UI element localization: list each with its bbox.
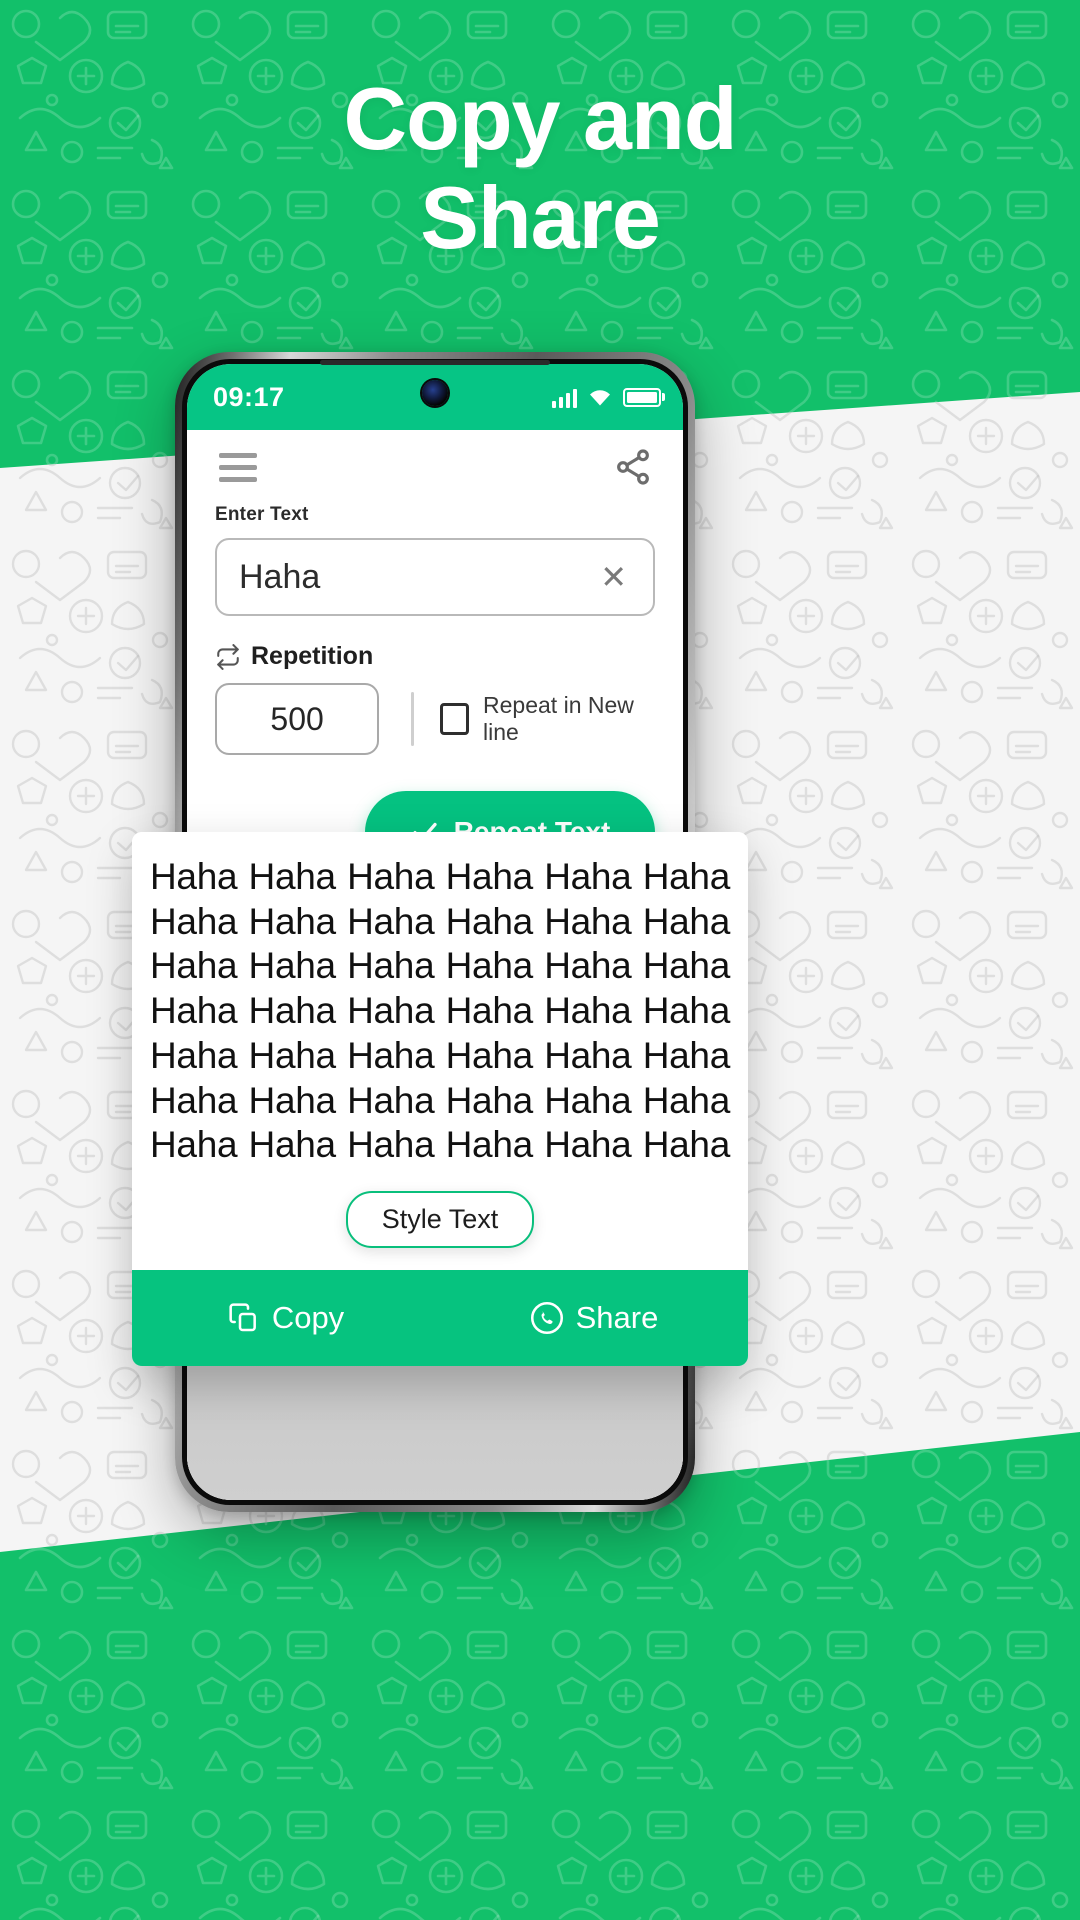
repetition-label: Repetition [251, 642, 374, 670]
promo-screenshot: Copy and Share 09:17 Enter Text Haha ✕ R… [0, 0, 1080, 1920]
style-button-row: Style Text [132, 1181, 748, 1271]
repetition-row: 500 Repeat in New line [215, 683, 655, 755]
repeated-word: Haha [347, 1079, 435, 1121]
repetition-header: Repetition [215, 642, 655, 671]
repeated-word: Haha [642, 1079, 731, 1121]
card-action-bar: Copy Share [132, 1270, 748, 1367]
repeated-word: Haha [544, 1079, 632, 1121]
repeated-word: Haha [347, 900, 435, 942]
new-line-label: Repeat in New line [483, 692, 634, 745]
repeated-word: Haha [248, 945, 337, 987]
repetition-input[interactable]: 500 [215, 683, 380, 755]
repeated-word: Haha [347, 1124, 435, 1166]
repeated-word: Haha [150, 945, 238, 987]
repeated-text-line: Haha Haha Haha Haha Haha Haha [150, 1037, 730, 1075]
repeated-word: Haha [150, 1079, 238, 1121]
repeated-word: Haha [544, 945, 632, 987]
repeated-word: Haha [642, 990, 731, 1032]
app-bar [187, 430, 683, 504]
repeated-word: Haha [150, 1034, 238, 1076]
hamburger-menu-icon[interactable] [217, 447, 259, 488]
front-camera-punchhole [422, 380, 448, 406]
form-area: Enter Text Haha ✕ Repetition 500 Repeat … [187, 504, 683, 873]
enter-text-input[interactable]: Haha ✕ [215, 538, 655, 616]
signal-icon [551, 386, 577, 408]
page-title: Copy and Share [0, 69, 1080, 267]
repeated-text-line: Haha Haha Haha Haha Haha Haha [150, 947, 730, 985]
enter-text-value[interactable]: Haha [239, 558, 596, 597]
repeated-word: Haha [445, 856, 534, 897]
repeated-word: Haha [445, 1034, 534, 1076]
repeated-word: Haha [544, 856, 632, 897]
vertical-divider [411, 692, 414, 746]
whatsapp-share-icon [530, 1301, 564, 1335]
repeated-word: Haha [642, 1034, 731, 1076]
repeated-word: Haha [248, 1079, 337, 1121]
status-icons [551, 386, 661, 408]
repeated-word: Haha [150, 900, 238, 942]
repeated-word: Haha [347, 945, 435, 987]
repeated-word: Haha [544, 990, 632, 1032]
close-x-icon[interactable]: ✕ [596, 561, 631, 593]
repeated-word: Haha [248, 856, 337, 897]
repeated-word: Haha [642, 856, 731, 897]
repeated-word: Haha [248, 990, 337, 1032]
share-icon[interactable] [613, 447, 653, 487]
copy-button-label: Copy [271, 1300, 345, 1336]
repeated-word: Haha [642, 1124, 731, 1166]
style-text-button[interactable]: Style Text [345, 1191, 535, 1249]
repeated-word: Haha [445, 900, 534, 942]
repeated-word: Haha [642, 945, 731, 987]
repeated-word: Haha [150, 990, 238, 1032]
battery-icon [623, 387, 661, 407]
repeated-word: Haha [347, 856, 435, 897]
repeated-word: Haha [248, 900, 337, 942]
repeated-word: Haha [150, 856, 238, 897]
repeat-loop-icon [215, 643, 241, 670]
repeated-text-line: Haha Haha Haha Haha Haha Haha [150, 1079, 731, 1121]
repeated-word: Haha [544, 1124, 632, 1166]
repeated-word: Haha [445, 945, 534, 987]
repeated-word: Haha [347, 1034, 435, 1076]
copy-button[interactable]: Copy [132, 1270, 440, 1366]
repeated-text-line: Haha Haha Haha Haha Haha Haha [150, 1126, 730, 1164]
wifi-icon [587, 387, 613, 407]
repeated-text-output[interactable]: Haha Haha Haha Haha Haha Haha Haha Haha Haha Haha… [132, 832, 748, 1182]
repeated-word: Haha [445, 990, 534, 1032]
headline-line-2: Share [420, 167, 661, 267]
repeated-word: Haha [248, 1034, 337, 1076]
repeated-word: Haha [445, 1124, 534, 1166]
earpiece-speaker [320, 360, 550, 365]
repeated-text-line: Haha Haha Haha Haha Haha Haha [150, 858, 730, 896]
status-time: 09:17 [213, 381, 285, 412]
share-button[interactable]: Share [440, 1270, 748, 1366]
repeated-word: Haha [248, 1124, 337, 1166]
repeated-text-line: Haha Haha Haha Haha Haha Haha [150, 992, 730, 1030]
result-card: Haha Haha Haha Haha Haha Haha Haha Haha Haha Haha… [132, 832, 748, 1367]
repeated-word: Haha [544, 900, 632, 942]
headline-line-1: Copy and [343, 69, 738, 168]
new-line-checkbox-row[interactable]: Repeat in New line [439, 692, 655, 746]
repeated-word: Haha [544, 1034, 632, 1076]
repeated-word: Haha [347, 990, 435, 1032]
copy-icon [228, 1302, 260, 1334]
new-line-checkbox[interactable] [439, 703, 470, 735]
repeated-word: Haha [445, 1079, 534, 1121]
status-bar: 09:17 [187, 364, 683, 430]
repeated-word: Haha [642, 900, 731, 942]
enter-text-label: Enter Text [215, 504, 309, 525]
repeated-text-line: Haha Haha Haha Haha Haha Haha [150, 900, 731, 942]
repeated-word: Haha [150, 1124, 238, 1166]
share-button-label: Share [575, 1300, 659, 1336]
